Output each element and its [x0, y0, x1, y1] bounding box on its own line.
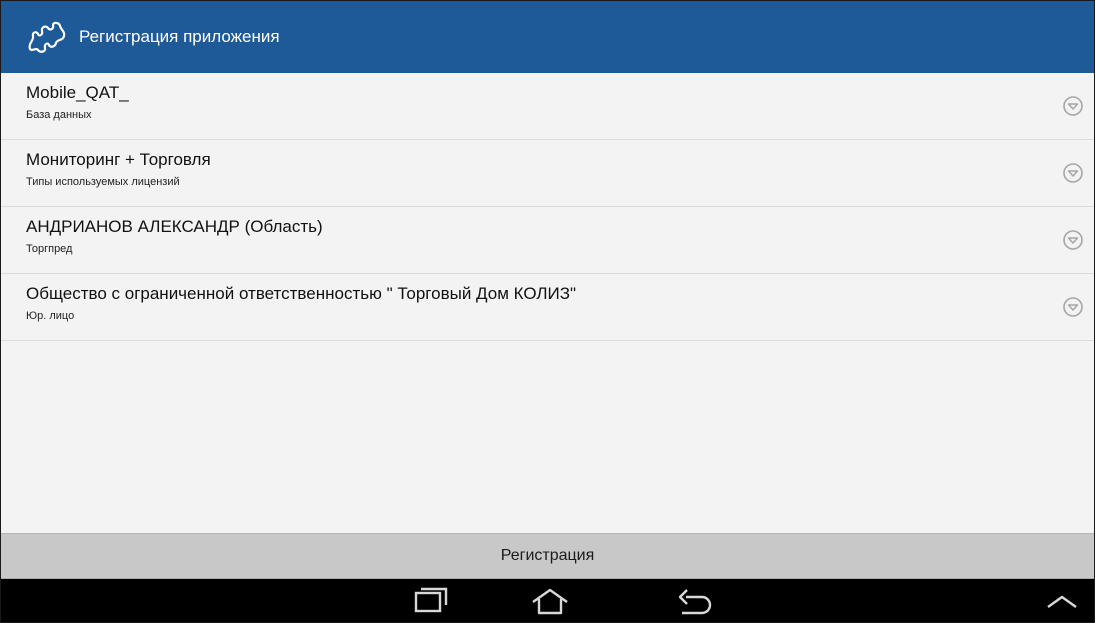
title-bar: Регистрация приложения [1, 1, 1094, 73]
list-item-label: База данных [26, 109, 92, 121]
list-item-value: Мониторинг + Торговля [26, 150, 211, 169]
list-item-value: Mobile_QAT_ [26, 83, 129, 102]
register-button[interactable]: Регистрация [1, 533, 1094, 579]
registration-list: Mobile_QAT_ База данных Мониторинг + Тор… [1, 73, 1094, 533]
system-nav-bar [1, 579, 1094, 622]
list-item-label: Юр. лицо [26, 310, 75, 322]
list-item-license-types[interactable]: Мониторинг + Торговля Типы используемых … [1, 140, 1094, 207]
list-item-value: АНДРИАНОВ АЛЕКСАНДР (Область) [26, 217, 323, 236]
list-item-database[interactable]: Mobile_QAT_ База данных [1, 73, 1094, 140]
chevron-down-icon[interactable] [1062, 162, 1084, 184]
chevron-up-icon[interactable] [1037, 585, 1087, 617]
page-title: Регистрация приложения [79, 27, 280, 46]
puzzle-icon [23, 18, 69, 56]
chevron-down-icon[interactable] [1062, 229, 1084, 251]
chevron-down-icon[interactable] [1062, 95, 1084, 117]
app-window: Регистрация приложения Mobile_QAT_ База … [0, 0, 1095, 623]
list-item-label: Торгпред [26, 243, 73, 255]
list-item-legal-entity[interactable]: Общество с ограниченной ответственностью… [1, 274, 1094, 341]
chevron-down-icon[interactable] [1062, 296, 1084, 318]
list-item-sales-rep[interactable]: АНДРИАНОВ АЛЕКСАНДР (Область) Торгпред [1, 207, 1094, 274]
recent-apps-icon[interactable] [406, 585, 456, 617]
list-item-value: Общество с ограниченной ответственностью… [26, 284, 577, 303]
register-button-label: Регистрация [500, 547, 595, 564]
home-icon[interactable] [525, 585, 575, 617]
list-item-label: Типы используемых лицензий [26, 176, 180, 188]
back-icon[interactable] [669, 585, 719, 617]
